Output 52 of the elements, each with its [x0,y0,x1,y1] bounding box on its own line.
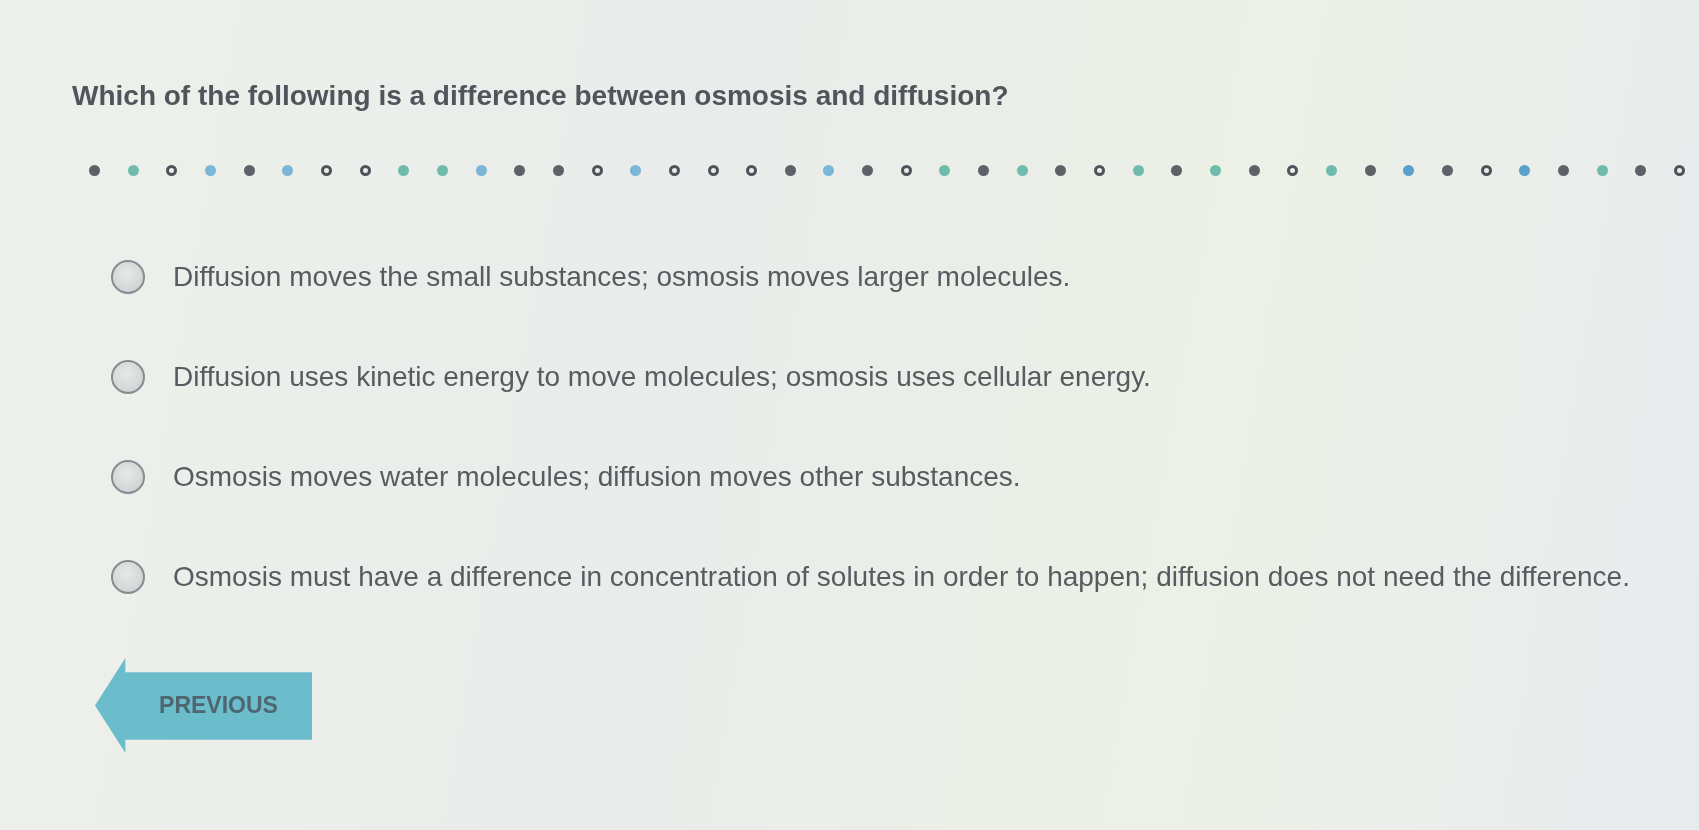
dot-icon[interactable] [514,165,526,176]
dot-icon[interactable] [475,165,487,176]
dot-icon[interactable] [1403,165,1415,176]
ring-icon[interactable] [668,165,680,176]
option-text: Osmosis moves water molecules; diffusion moves other substances. [173,460,1021,494]
ring-icon[interactable] [707,165,719,176]
dot-icon[interactable] [978,165,990,176]
ring-icon[interactable] [359,165,371,176]
dot-icon[interactable] [1055,165,1067,176]
dot-icon[interactable] [282,165,294,176]
dot-icon[interactable] [1248,165,1260,176]
dot-icon[interactable] [1326,165,1337,176]
radio-button[interactable] [111,460,145,494]
dot-icon[interactable] [1519,165,1531,176]
dot-icon[interactable] [1132,165,1144,176]
option-text: Osmosis must have a difference in concentration of solutes in order to happen; diffusion does not need the difference. [173,560,1630,594]
dot-icon[interactable] [1557,165,1569,176]
dot-icon[interactable] [1596,165,1608,176]
dot-icon[interactable] [89,165,100,176]
dot-icon[interactable] [1364,165,1376,176]
dot-icon[interactable] [1016,165,1028,176]
dot-icon[interactable] [436,165,448,176]
ring-icon[interactable] [1673,165,1685,176]
dot-icon[interactable] [1441,165,1453,176]
question-text: Which of the following is a difference between osmosis and diffusion? [72,79,1009,113]
dot-icon[interactable] [823,165,835,176]
dot-icon[interactable] [243,165,255,176]
dot-icon[interactable] [784,165,796,176]
dot-icon[interactable] [939,165,951,176]
option-text: Diffusion uses kinetic energy to move molecules; osmosis uses cellular energy. [173,360,1151,394]
dot-icon[interactable] [127,165,139,176]
ring-icon[interactable] [1094,165,1106,176]
dot-icon[interactable] [552,165,564,176]
dot-icon[interactable] [398,165,410,176]
option-text: Diffusion moves the small substances; osmosis moves larger molecules. [173,260,1071,294]
dot-icon[interactable] [630,165,642,176]
ring-icon[interactable] [166,165,178,176]
ring-icon[interactable] [320,165,332,176]
dot-icon[interactable] [1635,165,1647,176]
ring-icon[interactable] [746,165,758,176]
radio-button[interactable] [111,360,145,394]
radio-button[interactable] [111,560,145,594]
dot-icon[interactable] [1171,165,1183,176]
ring-icon[interactable] [1480,165,1492,176]
dot-icon[interactable] [862,165,874,176]
previous-button[interactable]: PREVIOUS [95,658,312,753]
ring-icon[interactable] [1287,165,1299,176]
dot-icon[interactable] [204,165,216,176]
ring-icon[interactable] [900,165,912,176]
dot-icon[interactable] [1210,165,1222,176]
radio-button[interactable] [111,260,145,294]
ring-icon[interactable] [591,165,603,176]
